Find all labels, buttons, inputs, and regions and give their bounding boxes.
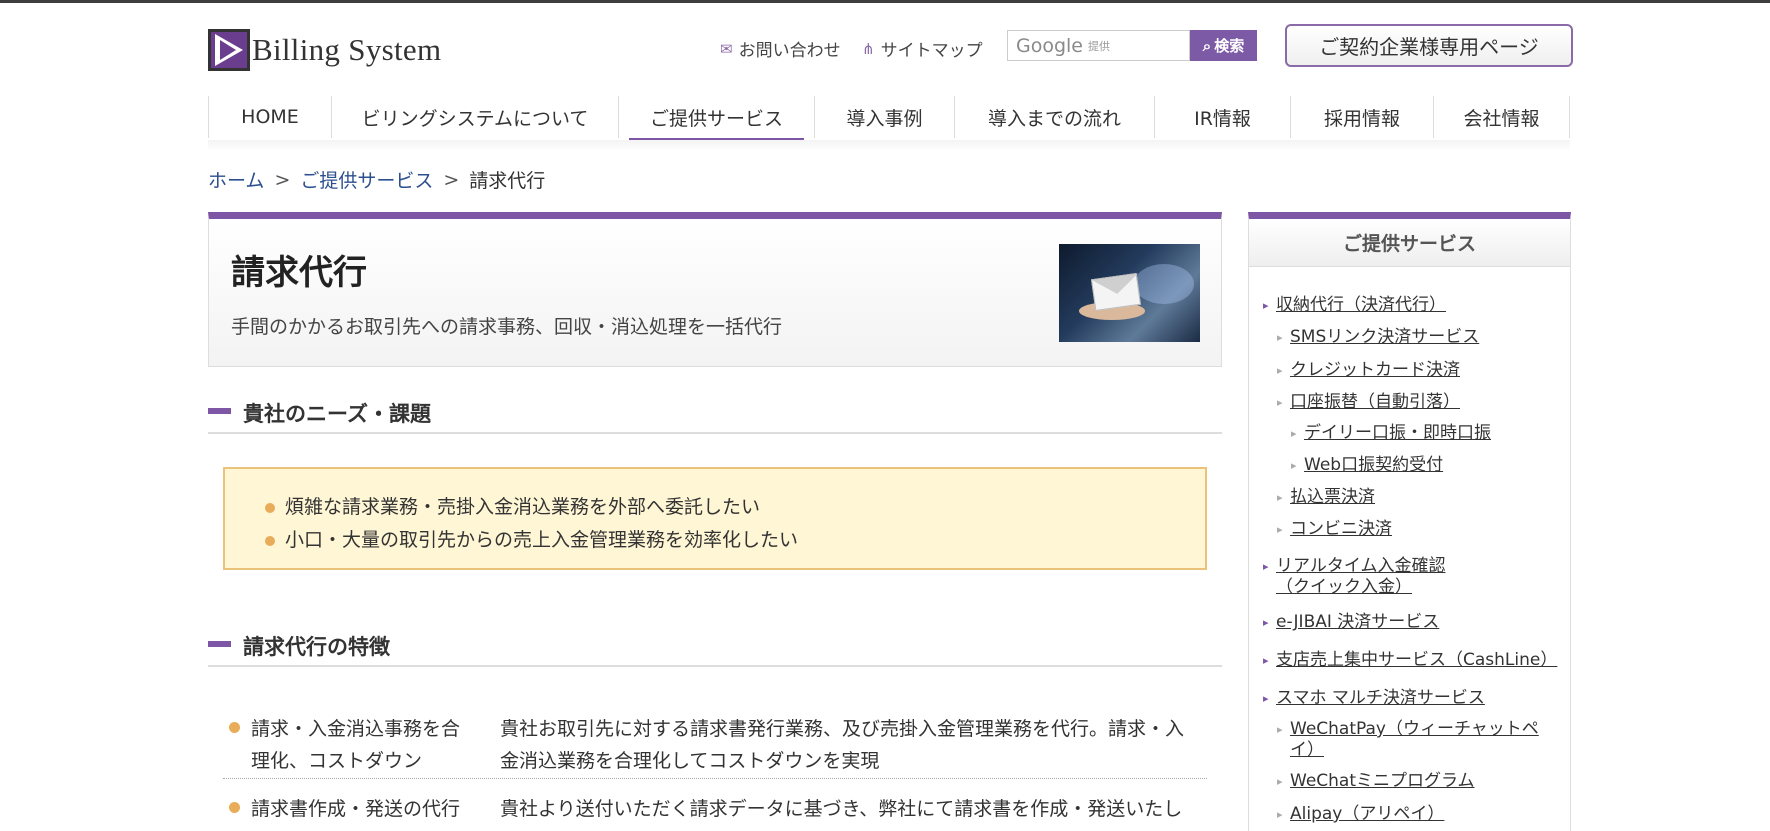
services-sidebar: ご提供サービス 収納代行（決済代行） SMSリンク決済サービス クレジットカード… [1248,212,1571,831]
nav-item-about[interactable]: ビリングシステムについて [331,96,618,138]
nav-label: IR情報 [1194,107,1251,130]
needs-item: 小口・大量の取引先からの売上入金管理業務を効率化したい [265,524,1165,557]
sidebar-item-alipay[interactable]: Alipay（アリペイ） [1277,804,1444,825]
logo-mark-icon [208,29,250,71]
search-icon: ⌕ [1202,36,1212,55]
features-heading: 請求代行の特徴 [208,631,1222,667]
nav-label: HOME [241,106,299,128]
sidebar-item-line: リアルタイム入金確認 [1276,556,1446,576]
needs-item: 煩雑な請求業務・売掛入金消込業務を外部へ委託したい [265,491,1165,524]
nav-label: 会社情報 [1463,107,1540,130]
heading-bar [208,641,231,647]
search-button[interactable]: ⌕ 検索 [1190,30,1257,61]
feature-desc: 貴社お取引先に対する請求書発行業務、及び売掛入金管理業務を代行。請求・入 金消込… [500,713,1207,777]
contract-page-button[interactable]: ご契約企業様専用ページ [1285,24,1573,67]
sidebar-title: ご提供サービス [1249,219,1570,267]
nav-item-cases[interactable]: 導入事例 [814,96,954,138]
breadcrumb: ホーム > ご提供サービス > 請求代行 [208,166,545,193]
nav-label: ご提供サービス [649,107,783,130]
logo-text: Billing System [252,32,442,67]
bullet-icon [229,802,240,813]
features-heading-text: 請求代行の特徴 [243,635,390,659]
sidebar-item-smartphone-multi[interactable]: スマホ マルチ決済サービス [1263,688,1485,709]
feature-desc: 貴社より送付いただく請求データに基づき、弊社にて請求書を作成・発送いたし ます [500,793,1207,831]
page-subtitle: 手間のかかるお取引先への請求事務、回収・消込処理を一括代行 [231,316,783,338]
feature-desc-line: 貴社お取引先に対する請求書発行業務、及び売掛入金管理業務を代行。請求・入 [499,718,1184,740]
search-brand: Google [1016,34,1084,57]
feature-desc-line: 貴社より送付いただく請求データに基づき、弊社にて請求書を作成・発送いたし [499,798,1183,820]
image-glow [1134,264,1194,304]
needs-heading: 貴社のニーズ・課題 [208,398,1222,434]
needs-box: 煩雑な請求業務・売掛入金消込業務を外部へ委託したい 小口・大量の取引先からの売上… [223,467,1207,570]
sidebar-item-web-transfer[interactable]: Web口振契約受付 [1291,455,1443,476]
breadcrumb-separator: > [274,168,291,191]
feature-name: 請求書作成・発送の代行 [251,793,500,831]
breadcrumb-home[interactable]: ホーム [208,166,264,193]
nav-label: 導入までの流れ [987,107,1121,130]
sidebar-item-realtime[interactable]: リアルタイム入金確認 （クイック入金） [1263,556,1446,598]
top-border [0,0,1770,3]
nav-item-services[interactable]: ご提供サービス [618,96,814,142]
nav-item-home[interactable]: HOME [208,96,331,138]
sidebar-item-daily-transfer[interactable]: デイリー口振・即時口振 [1291,423,1491,444]
sidebar-item-line: WeChatPay（ウィーチャットペ [1290,719,1539,739]
breadcrumb-services[interactable]: ご提供サービス [300,166,433,193]
contact-label: お問い合わせ [738,41,841,61]
nav-item-recruit[interactable]: 採用情報 [1290,96,1433,138]
sidebar-item-cashline[interactable]: 支店売上集中サービス（CashLine） [1263,650,1557,671]
sidebar-item-collection[interactable]: 収納代行（決済代行） [1263,295,1446,316]
feature-name-line: 請求・入金消込事務を合 [251,718,461,740]
site-logo[interactable]: Billing System [208,29,441,71]
sidebar-item-line: イ） [1290,740,1324,760]
sitemap-label: サイトマップ [880,41,983,61]
nav-item-ir[interactable]: IR情報 [1154,96,1290,138]
page-title: 請求代行 [231,253,367,293]
feature-name-line: 請求書作成・発送の代行 [251,798,461,820]
feature-divider [223,778,1207,779]
feature-row: 請求書作成・発送の代行 貴社より送付いただく請求データに基づき、弊社にて請求書を… [223,783,1207,831]
needs-heading-text: 貴社のニーズ・課題 [243,402,431,426]
sidebar-item-payment-slip[interactable]: 払込票決済 [1277,487,1375,508]
nav-shadow [208,140,1570,152]
search-brand-sub: 提供 [1088,39,1111,53]
envelope-icon [1090,272,1142,312]
feature-row: 請求・入金消込事務を合 理化、コストダウン 貴社お取引先に対する請求書発行業務、… [223,703,1207,787]
search-input[interactable]: Google 提供 [1007,30,1190,61]
feature-name-line: 理化、コストダウン [251,750,423,772]
mail-icon: ✉ [720,39,733,58]
sidebar-item-credit-card[interactable]: クレジットカード決済 [1277,360,1460,381]
nav-item-flow[interactable]: 導入までの流れ [954,96,1154,138]
heading-bar [208,408,231,414]
breadcrumb-separator: > [443,168,460,191]
sitemap-icon: ⋔ [862,39,875,58]
sidebar-item-line: （クイック入金） [1276,577,1412,597]
site-search: Google 提供 ⌕ 検索 [1007,30,1257,61]
envelope-hand-image [1059,244,1200,342]
nav-label: 導入事例 [846,107,923,130]
nav-item-company[interactable]: 会社情報 [1433,96,1570,138]
feature-desc-line: 金消込業務を合理化してコストダウンを実現 [499,750,880,772]
breadcrumb-current: 請求代行 [469,170,546,192]
sidebar-item-e-jibai[interactable]: e-JIBAI 決済サービス [1263,612,1439,633]
contact-link[interactable]: ✉ お問い合わせ [720,36,841,62]
sidebar-item-wechat-mini[interactable]: WeChatミニプログラム [1277,771,1474,792]
nav-label: 採用情報 [1323,107,1400,130]
feature-desc-line: ます [500,825,1207,831]
search-button-label: 検索 [1214,37,1245,55]
sidebar-item-sms-link[interactable]: SMSリンク決済サービス [1277,327,1479,348]
nav-label: ビリングシステムについて [361,107,589,130]
global-nav: HOME ビリングシステムについて ご提供サービス 導入事例 導入までの流れ I… [208,96,1570,142]
sitemap-link[interactable]: ⋔ サイトマップ [862,36,983,62]
contract-page-label: ご契約企業様専用ページ [1319,35,1539,59]
bullet-icon [229,722,240,733]
sidebar-item-account-transfer[interactable]: 口座振替（自動引落） [1277,392,1460,413]
sidebar-item-convenience[interactable]: コンビニ決済 [1277,519,1392,540]
sidebar-item-wechatpay[interactable]: WeChatPay（ウィーチャットペ イ） [1277,719,1539,761]
feature-name: 請求・入金消込事務を合 理化、コストダウン [251,713,500,777]
page-hero: 請求代行 手間のかかるお取引先への請求事務、回収・消込処理を一括代行 [208,212,1222,367]
